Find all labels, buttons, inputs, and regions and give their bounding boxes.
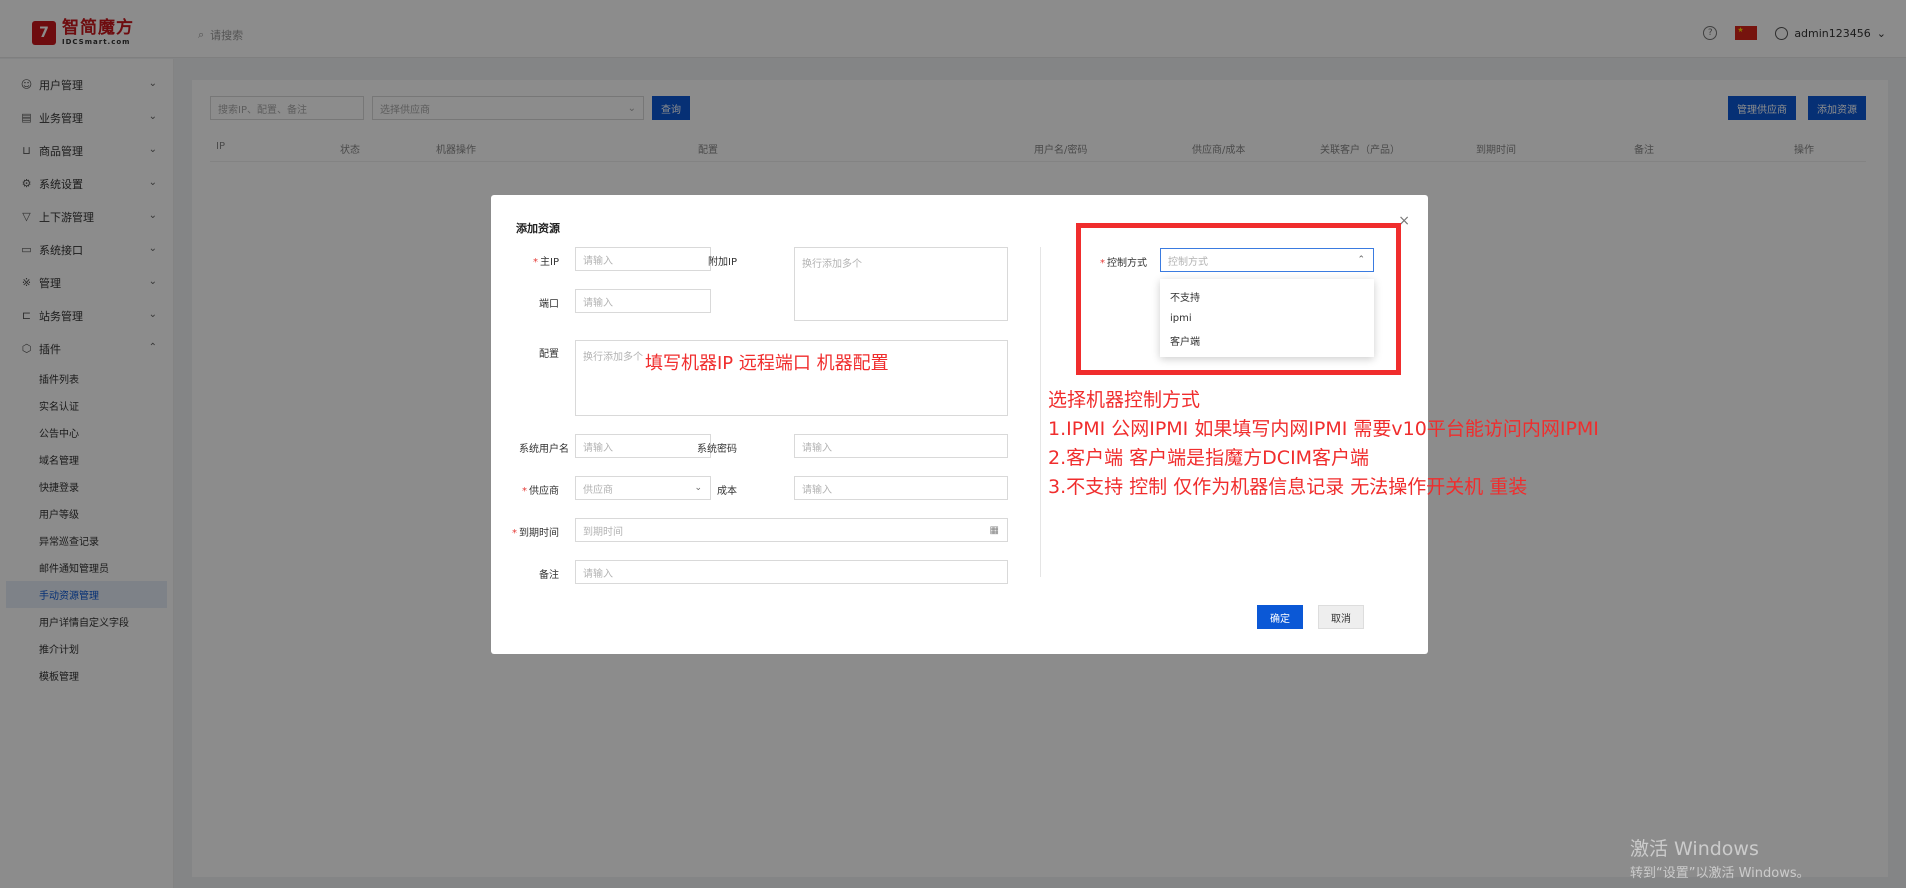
control-label: * 控制方式 bbox=[1100, 258, 1147, 269]
cost-input[interactable]: 请输入 bbox=[794, 476, 1008, 500]
confirm-button[interactable]: 确定 bbox=[1257, 605, 1303, 629]
control-annotation-title: 选择机器控制方式 bbox=[1048, 389, 1201, 411]
option-client[interactable]: 客户端 bbox=[1160, 329, 1374, 351]
expire-label: * 到期时间 bbox=[512, 528, 559, 539]
config-annotation: 填写机器IP 远程端口 机器配置 bbox=[645, 353, 889, 374]
note-input[interactable]: 请输入 bbox=[575, 560, 1008, 584]
option-unsupported[interactable]: 不支持 bbox=[1160, 285, 1374, 307]
main-ip-label: * 主IP bbox=[533, 257, 559, 268]
chevron-up-icon: ⌃ bbox=[1357, 255, 1365, 265]
control-annotation-line3: 3.不支持 控制 仅作为机器信息记录 无法操作开关机 重装 bbox=[1048, 476, 1528, 498]
cost-label: 成本 bbox=[717, 486, 737, 497]
calendar-icon: ▦ bbox=[989, 524, 999, 536]
config-label: 配置 bbox=[539, 349, 559, 360]
cancel-button[interactable]: 取消 bbox=[1318, 605, 1364, 629]
control-annotation-line1: 1.IPMI 公网IPMI 如果填写内网IPMI 需要v10平台能访问内网IPM… bbox=[1048, 418, 1599, 440]
sys-pwd-input[interactable]: 请输入 bbox=[794, 434, 1008, 458]
port-input[interactable]: 请输入 bbox=[575, 289, 711, 313]
column-divider bbox=[1040, 247, 1041, 577]
control-method-select[interactable]: 控制方式 ⌃ bbox=[1160, 248, 1374, 272]
sys-user-label: 系统用户名 bbox=[519, 444, 569, 455]
control-annotation-line2: 2.客户端 客户端是指魔方DCIM客户端 bbox=[1048, 447, 1370, 469]
note-label: 备注 bbox=[539, 570, 559, 581]
supplier-label: * 供应商 bbox=[522, 486, 559, 497]
expire-date-picker[interactable]: 到期时间 ▦ bbox=[575, 518, 1008, 542]
option-ipmi[interactable]: ipmi bbox=[1160, 307, 1374, 329]
windows-activation-hint: 转到“设置”以激活 Windows。 bbox=[1630, 866, 1810, 881]
extra-ip-textarea[interactable]: 换行添加多个 bbox=[794, 247, 1008, 321]
windows-activation-watermark: 激活 Windows bbox=[1630, 838, 1759, 860]
dialog-title: 添加资源 bbox=[516, 222, 560, 235]
control-method-dropdown: 不支持 ipmi 客户端 bbox=[1160, 279, 1374, 357]
port-label: 端口 bbox=[539, 299, 559, 310]
sys-pwd-label: 系统密码 bbox=[697, 444, 737, 455]
extra-ip-label: 附加IP bbox=[708, 257, 737, 268]
add-resource-dialog: 添加资源 × * 主IP 请输入 附加IP 换行添加多个 端口 请输入 配置 换行… bbox=[491, 195, 1599, 654]
config-textarea[interactable]: 换行添加多个 bbox=[575, 340, 1008, 416]
